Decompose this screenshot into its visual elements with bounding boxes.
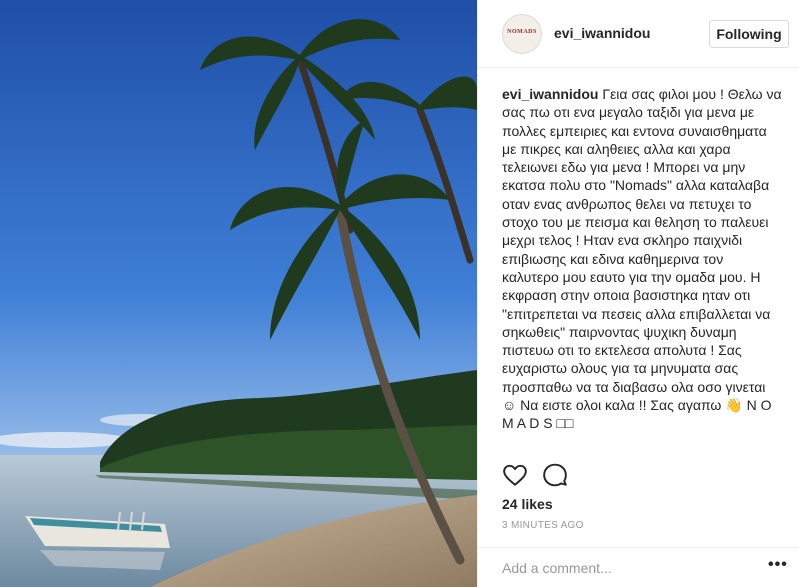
more-options-icon[interactable]: ••• — [768, 556, 788, 574]
caption-username[interactable]: evi_iwannidou — [502, 86, 598, 102]
beach-palm-image — [0, 0, 477, 587]
instagram-post: NOMADS evi_iwannidou Following evi_iwann… — [0, 0, 799, 587]
post-sidebar: NOMADS evi_iwannidou Following evi_iwann… — [477, 0, 799, 587]
avatar-logo: NOMADS — [507, 29, 537, 35]
following-button[interactable]: Following — [709, 20, 789, 48]
post-photo[interactable] — [0, 0, 477, 587]
header-username[interactable]: evi_iwannidou — [554, 25, 650, 41]
heart-icon[interactable] — [502, 462, 528, 488]
post-header: NOMADS evi_iwannidou Following — [478, 0, 799, 68]
comment-icon[interactable] — [542, 462, 568, 488]
comment-input[interactable] — [502, 560, 742, 576]
avatar[interactable]: NOMADS — [502, 14, 542, 54]
caption-text: Γεια σας φιλοι μου ! Θελω να σας πω οτι … — [502, 86, 782, 432]
likes-count[interactable]: 24 likes — [502, 496, 553, 512]
post-timestamp: 3 MINUTES AGO — [502, 520, 584, 531]
comment-bar: ••• — [478, 547, 799, 587]
post-caption: evi_iwannidou Γεια σας φιλοι μου ! Θελω … — [502, 85, 782, 433]
